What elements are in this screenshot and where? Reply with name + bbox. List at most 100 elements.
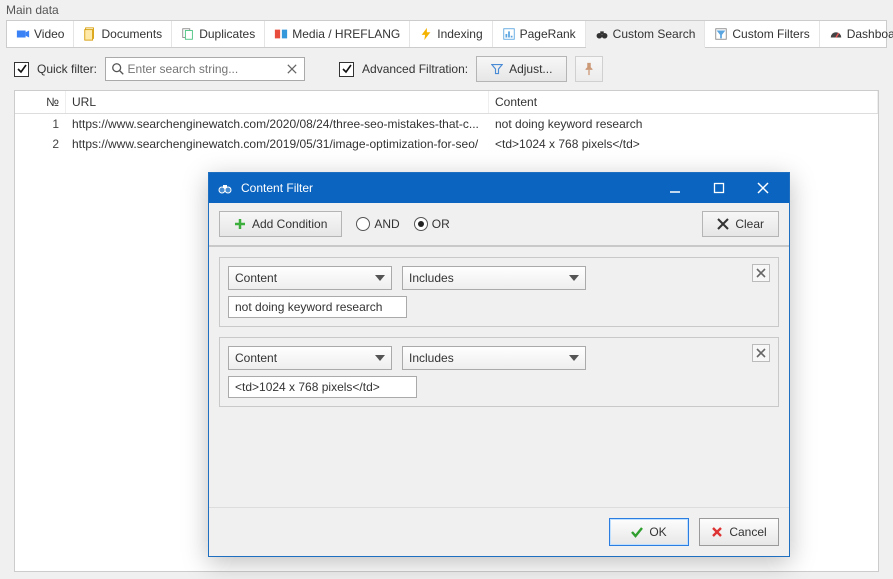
quick-filter-search[interactable] xyxy=(105,57,305,81)
pin-filter-button[interactable] xyxy=(575,56,603,82)
tab-documents[interactable]: Documents xyxy=(74,21,172,47)
dialog-titlebar[interactable]: Content Filter xyxy=(209,173,789,203)
content-filter-dialog: Content Filter Add Condition AND OR C xyxy=(208,172,790,557)
combo-value: Includes xyxy=(409,351,454,365)
condition-field-select[interactable]: Content xyxy=(228,346,392,370)
adv-filter-checkbox[interactable] xyxy=(339,62,354,77)
maximize-button[interactable] xyxy=(701,173,737,203)
ok-label: OK xyxy=(649,525,666,539)
clear-search-icon[interactable] xyxy=(285,61,301,77)
logic-or-radio[interactable]: OR xyxy=(414,217,450,231)
tab-label: Dashboard xyxy=(847,27,893,41)
combo-value: Content xyxy=(235,271,277,285)
tab-label: Custom Filters xyxy=(732,27,809,41)
radio-icon xyxy=(356,217,370,231)
condition-operator-select[interactable]: Includes xyxy=(402,266,586,290)
condition-row: Content Includes xyxy=(219,337,779,407)
grid-header: № URL Content xyxy=(15,91,878,114)
and-label: AND xyxy=(374,217,399,231)
dialog-body: Content Includes Content xyxy=(209,247,789,507)
tab-dashboard[interactable]: Dashboard xyxy=(820,21,893,47)
tab-label: Duplicates xyxy=(199,27,255,41)
plus-icon xyxy=(234,218,246,230)
panel-title: Main data xyxy=(0,0,893,20)
tab-pagerank[interactable]: PageRank xyxy=(493,21,586,47)
quick-filter-label: Quick filter: xyxy=(37,62,97,76)
document-icon xyxy=(83,27,97,41)
clear-button[interactable]: Clear xyxy=(702,211,779,237)
condition-operator-select[interactable]: Includes xyxy=(402,346,586,370)
or-label: OR xyxy=(432,217,450,231)
minimize-button[interactable] xyxy=(657,173,693,203)
cell-url: https://www.searchenginewatch.com/2019/0… xyxy=(66,134,489,154)
cancel-button[interactable]: Cancel xyxy=(699,518,779,546)
logic-and-radio[interactable]: AND xyxy=(356,217,399,231)
ok-button[interactable]: OK xyxy=(609,518,689,546)
binoculars-icon xyxy=(595,27,609,41)
dialog-footer: OK Cancel xyxy=(209,507,789,556)
chevron-down-icon xyxy=(375,275,385,281)
tab-media-hreflang[interactable]: Media / HREFLANG xyxy=(265,21,410,47)
tab-label: Documents xyxy=(101,27,162,41)
chevron-down-icon xyxy=(569,275,579,281)
condition-value-input[interactable] xyxy=(228,376,417,398)
add-condition-label: Add Condition xyxy=(252,217,327,231)
tab-custom-filters[interactable]: Custom Filters xyxy=(705,21,819,47)
chevron-down-icon xyxy=(569,355,579,361)
col-header-content[interactable]: Content xyxy=(489,91,878,113)
filters-icon xyxy=(714,27,728,41)
check-icon xyxy=(631,526,643,538)
funnel-icon xyxy=(491,63,503,75)
tab-indexing[interactable]: Indexing xyxy=(410,21,492,47)
cell-url: https://www.searchenginewatch.com/2020/0… xyxy=(66,114,489,134)
col-header-url[interactable]: URL xyxy=(66,91,489,113)
adjust-label: Adjust... xyxy=(509,62,552,76)
app-window: Main data Video Documents Duplicates Med… xyxy=(0,0,893,579)
cell-content: <td>1024 x 768 pixels</td> xyxy=(489,134,878,154)
table-row[interactable]: 1 https://www.searchenginewatch.com/2020… xyxy=(15,114,878,134)
bolt-icon xyxy=(419,27,433,41)
cell-no: 1 xyxy=(15,114,66,134)
table-row[interactable]: 2 https://www.searchenginewatch.com/2019… xyxy=(15,134,878,154)
tab-bar: Video Documents Duplicates Media / HREFL… xyxy=(6,20,887,48)
binoculars-icon xyxy=(217,180,233,196)
condition-row: Content Includes xyxy=(219,257,779,327)
condition-value-input[interactable] xyxy=(228,296,407,318)
pagerank-icon xyxy=(502,27,516,41)
video-icon xyxy=(16,27,30,41)
tab-label: Indexing xyxy=(437,27,482,41)
dialog-toolbar: Add Condition AND OR Clear xyxy=(209,203,789,247)
add-condition-button[interactable]: Add Condition xyxy=(219,211,342,237)
chevron-down-icon xyxy=(375,355,385,361)
search-input[interactable] xyxy=(126,61,285,77)
dialog-title: Content Filter xyxy=(241,181,313,195)
search-icon xyxy=(110,61,126,77)
clear-label: Clear xyxy=(735,217,764,231)
tab-label: Media / HREFLANG xyxy=(292,27,400,41)
filter-bar: Quick filter: Advanced Filtration: Adjus… xyxy=(0,48,893,90)
radio-icon xyxy=(414,217,428,231)
col-header-no[interactable]: № xyxy=(15,91,66,113)
combo-value: Content xyxy=(235,351,277,365)
tab-label: PageRank xyxy=(520,27,576,41)
remove-condition-button[interactable] xyxy=(752,264,770,282)
duplicates-icon xyxy=(181,27,195,41)
cancel-label: Cancel xyxy=(729,525,766,539)
dashboard-icon xyxy=(829,27,843,41)
tab-label: Custom Search xyxy=(613,27,696,41)
cancel-icon xyxy=(711,526,723,538)
cell-no: 2 xyxy=(15,134,66,154)
tab-label: Video xyxy=(34,27,64,41)
remove-condition-button[interactable] xyxy=(752,344,770,362)
media-icon xyxy=(274,27,288,41)
quick-filter-checkbox[interactable] xyxy=(14,62,29,77)
condition-field-select[interactable]: Content xyxy=(228,266,392,290)
close-button[interactable] xyxy=(745,173,781,203)
adjust-button[interactable]: Adjust... xyxy=(476,56,567,82)
cell-content: not doing keyword research xyxy=(489,114,878,134)
tab-video[interactable]: Video xyxy=(7,21,74,47)
tab-duplicates[interactable]: Duplicates xyxy=(172,21,265,47)
adv-filter-label: Advanced Filtration: xyxy=(362,62,468,76)
tab-custom-search[interactable]: Custom Search xyxy=(586,21,706,48)
x-icon xyxy=(717,218,729,230)
